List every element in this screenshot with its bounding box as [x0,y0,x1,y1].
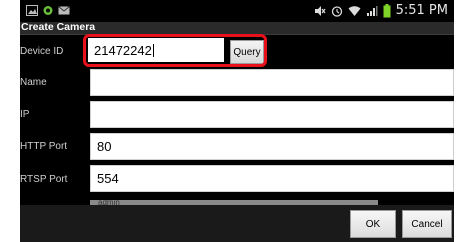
phone-screen: 5:51 PM Create Camera Device ID 21472242… [20,0,454,242]
mute-icon [314,5,326,16]
rtsp-port-field[interactable]: 554 [90,165,454,192]
clock: 5:51 PM [395,3,448,18]
image-icon [26,5,38,16]
status-bar: 5:51 PM [20,0,454,22]
alarm-icon [331,5,342,17]
ip-field[interactable] [90,101,454,128]
signal-icon [366,5,378,16]
system-icons: 5:51 PM [314,3,448,18]
rtsp-port-label: RTSP Port [20,174,68,185]
battery-icon [383,3,391,17]
rtsp-port-value: 554 [97,171,119,186]
cancel-button[interactable]: Cancel [402,210,452,238]
ok-button[interactable]: OK [350,210,396,238]
mail-icon [58,6,70,15]
notification-icons [26,5,70,16]
name-field[interactable] [90,69,454,96]
wifi-icon [348,5,361,16]
sync-icon [43,6,53,15]
http-port-value: 80 [97,139,112,154]
http-port-label: HTTP Port [20,141,68,152]
dialog-title: Create Camera [21,21,96,33]
name-label: Name [20,77,47,88]
http-port-field[interactable]: 80 [90,133,454,160]
annotation-highlight-box [83,34,267,67]
ip-label: IP [20,109,30,120]
device-id-label: Device ID [20,46,64,57]
